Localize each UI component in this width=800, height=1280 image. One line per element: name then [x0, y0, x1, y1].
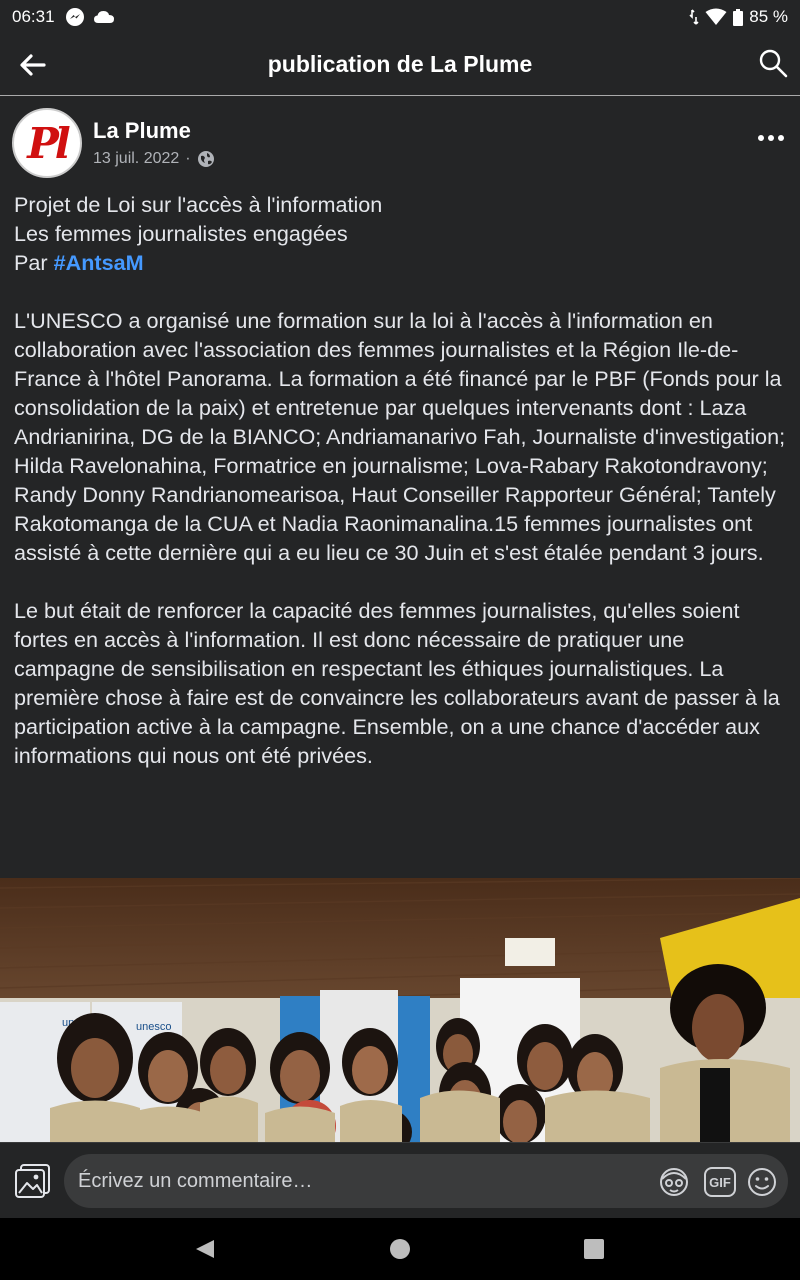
globe-icon — [197, 151, 214, 167]
unesco-banner-2: unesco — [136, 1021, 171, 1033]
post-text: Projet de Loi sur l'accès à l'informatio… — [14, 190, 790, 770]
post-header: Pl La Plume 13 juil. 2022 · — [0, 104, 800, 184]
more-icon[interactable] — [756, 128, 786, 148]
page-title: publication de La Plume — [267, 51, 533, 77]
data-icon — [689, 9, 699, 25]
post-line-2: Les femmes journalistes engagées — [14, 221, 348, 246]
cloud-icon — [93, 11, 114, 23]
messenger-icon — [65, 8, 84, 26]
hashtag-link[interactable]: #AntsaM — [54, 250, 144, 275]
battery-icon — [733, 8, 744, 26]
avatar-logo: Pl — [27, 118, 71, 168]
wifi-icon — [705, 8, 727, 25]
status-bar: 06:31 85 % — [0, 0, 800, 34]
post-author[interactable]: La Plume — [93, 118, 191, 144]
comment-input[interactable]: Écrivez un commentaire… GIF — [64, 1154, 788, 1208]
post-photo[interactable]: unesco unesco — [0, 878, 800, 1142]
comment-placeholder: Écrivez un commentaire… — [78, 1170, 313, 1192]
avatar[interactable]: Pl — [12, 108, 82, 178]
post-date[interactable]: 13 juil. 2022 — [93, 150, 179, 168]
post-meta: 13 juil. 2022 · — [93, 150, 215, 168]
meta-separator: · — [185, 150, 191, 167]
top-app-bar: publication de La Plume — [0, 34, 800, 96]
post-paragraph-1: L'UNESCO a organisé une formation sur la… — [14, 308, 786, 565]
avatar-sticker-icon[interactable] — [658, 1167, 690, 1197]
system-nav-bar — [0, 1218, 800, 1280]
status-time: 06:31 — [12, 7, 55, 26]
post-byline: Par #AntsaM — [14, 248, 790, 277]
comment-bar: Écrivez un commentaire… GIF — [0, 1142, 800, 1218]
back-arrow-icon[interactable] — [18, 50, 48, 80]
byline-prefix: Par — [14, 250, 54, 275]
nav-home-icon[interactable] — [389, 1238, 411, 1260]
photo-illustration: unesco unesco — [0, 878, 800, 1142]
photo-icon[interactable] — [14, 1163, 52, 1199]
post-line-1: Projet de Loi sur l'accès à l'informatio… — [14, 192, 383, 217]
emoji-icon[interactable] — [746, 1167, 778, 1197]
nav-back-icon[interactable] — [194, 1238, 216, 1260]
battery-level: 85 % — [749, 7, 788, 26]
search-icon[interactable] — [758, 48, 788, 78]
nav-recents-icon[interactable] — [583, 1238, 605, 1260]
post-paragraph-2: Le but était de renforcer la capacité de… — [14, 598, 780, 768]
gif-icon[interactable]: GIF — [704, 1167, 736, 1197]
